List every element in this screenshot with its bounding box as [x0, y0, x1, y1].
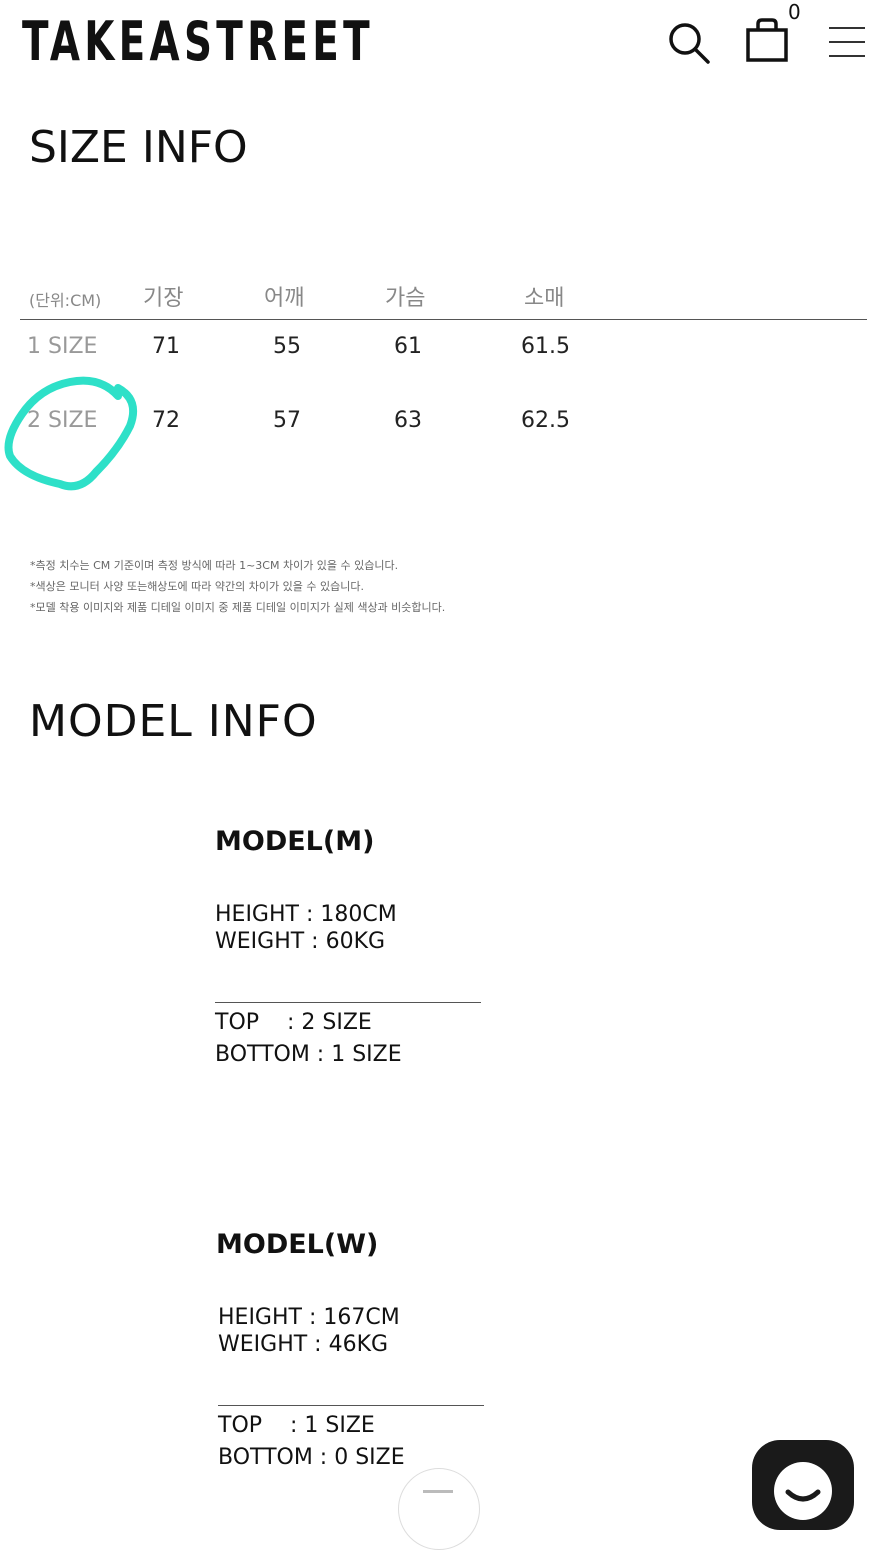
- size-table-header-length: 기장: [143, 286, 184, 311]
- size-row-2-sleeve: 62.5: [521, 408, 570, 433]
- brand-logo[interactable]: TAKEASTREET: [22, 12, 374, 72]
- model-m-weight: WEIGHT : 60KG: [215, 929, 386, 954]
- model-m-divider: [215, 1002, 481, 1003]
- model-w-height: HEIGHT : 167CM: [218, 1305, 400, 1330]
- model-m-height: HEIGHT : 180CM: [215, 902, 397, 927]
- model-m-name: MODEL(M): [215, 826, 375, 857]
- size-row-1-label: 1 SIZE: [27, 334, 98, 359]
- size-table-divider: [20, 319, 867, 320]
- size-table-header-chest: 가슴: [385, 286, 426, 311]
- size-row-1-length: 71: [152, 334, 180, 359]
- size-table-header-unit: (단위:CM): [29, 291, 102, 310]
- model-w-top-size: TOP : 1 SIZE: [218, 1413, 375, 1438]
- size-row-2-length: 72: [152, 408, 180, 433]
- model-w-weight: WEIGHT : 46KG: [218, 1332, 389, 1357]
- size-table-header-sleeve: 소매: [524, 286, 565, 311]
- size-note-2: *색상은 모니터 사양 또는해상도에 따라 약간의 차이가 있을 수 있습니다.: [30, 580, 364, 593]
- size-row-2-shoulder: 57: [273, 408, 301, 433]
- search-icon[interactable]: [666, 20, 712, 66]
- model-info-title: MODEL INFO: [29, 696, 318, 747]
- highlight-circle-annotation: [4, 376, 137, 491]
- model-w-divider: [218, 1405, 484, 1406]
- chat-icon: [774, 1462, 832, 1520]
- size-note-1: *측정 치수는 CM 기준이며 측정 방식에 따라 1~3CM 차이가 있을 수…: [30, 559, 399, 572]
- size-info-title: SIZE INFO: [29, 122, 248, 173]
- cart-count-badge: 0: [788, 0, 801, 24]
- shopping-bag-icon[interactable]: [745, 16, 791, 64]
- size-row-1-shoulder: 55: [273, 334, 301, 359]
- model-m-bottom-size: BOTTOM : 1 SIZE: [215, 1042, 402, 1067]
- scroll-top-button[interactable]: [398, 1468, 480, 1550]
- size-row-2-chest: 63: [394, 408, 422, 433]
- scroll-top-icon: [423, 1490, 453, 1493]
- size-note-3: *모델 착용 이미지와 제품 디테일 이미지 중 제품 디테일 이미지가 실제 …: [30, 601, 446, 614]
- size-table-header-shoulder: 어깨: [264, 286, 305, 311]
- model-m-top-size: TOP : 2 SIZE: [215, 1010, 372, 1035]
- model-w-name: MODEL(W): [216, 1229, 379, 1260]
- menu-icon[interactable]: [827, 24, 867, 60]
- size-row-1-chest: 61: [394, 334, 422, 359]
- size-row-1-sleeve: 61.5: [521, 334, 570, 359]
- model-w-bottom-size: BOTTOM : 0 SIZE: [218, 1445, 405, 1470]
